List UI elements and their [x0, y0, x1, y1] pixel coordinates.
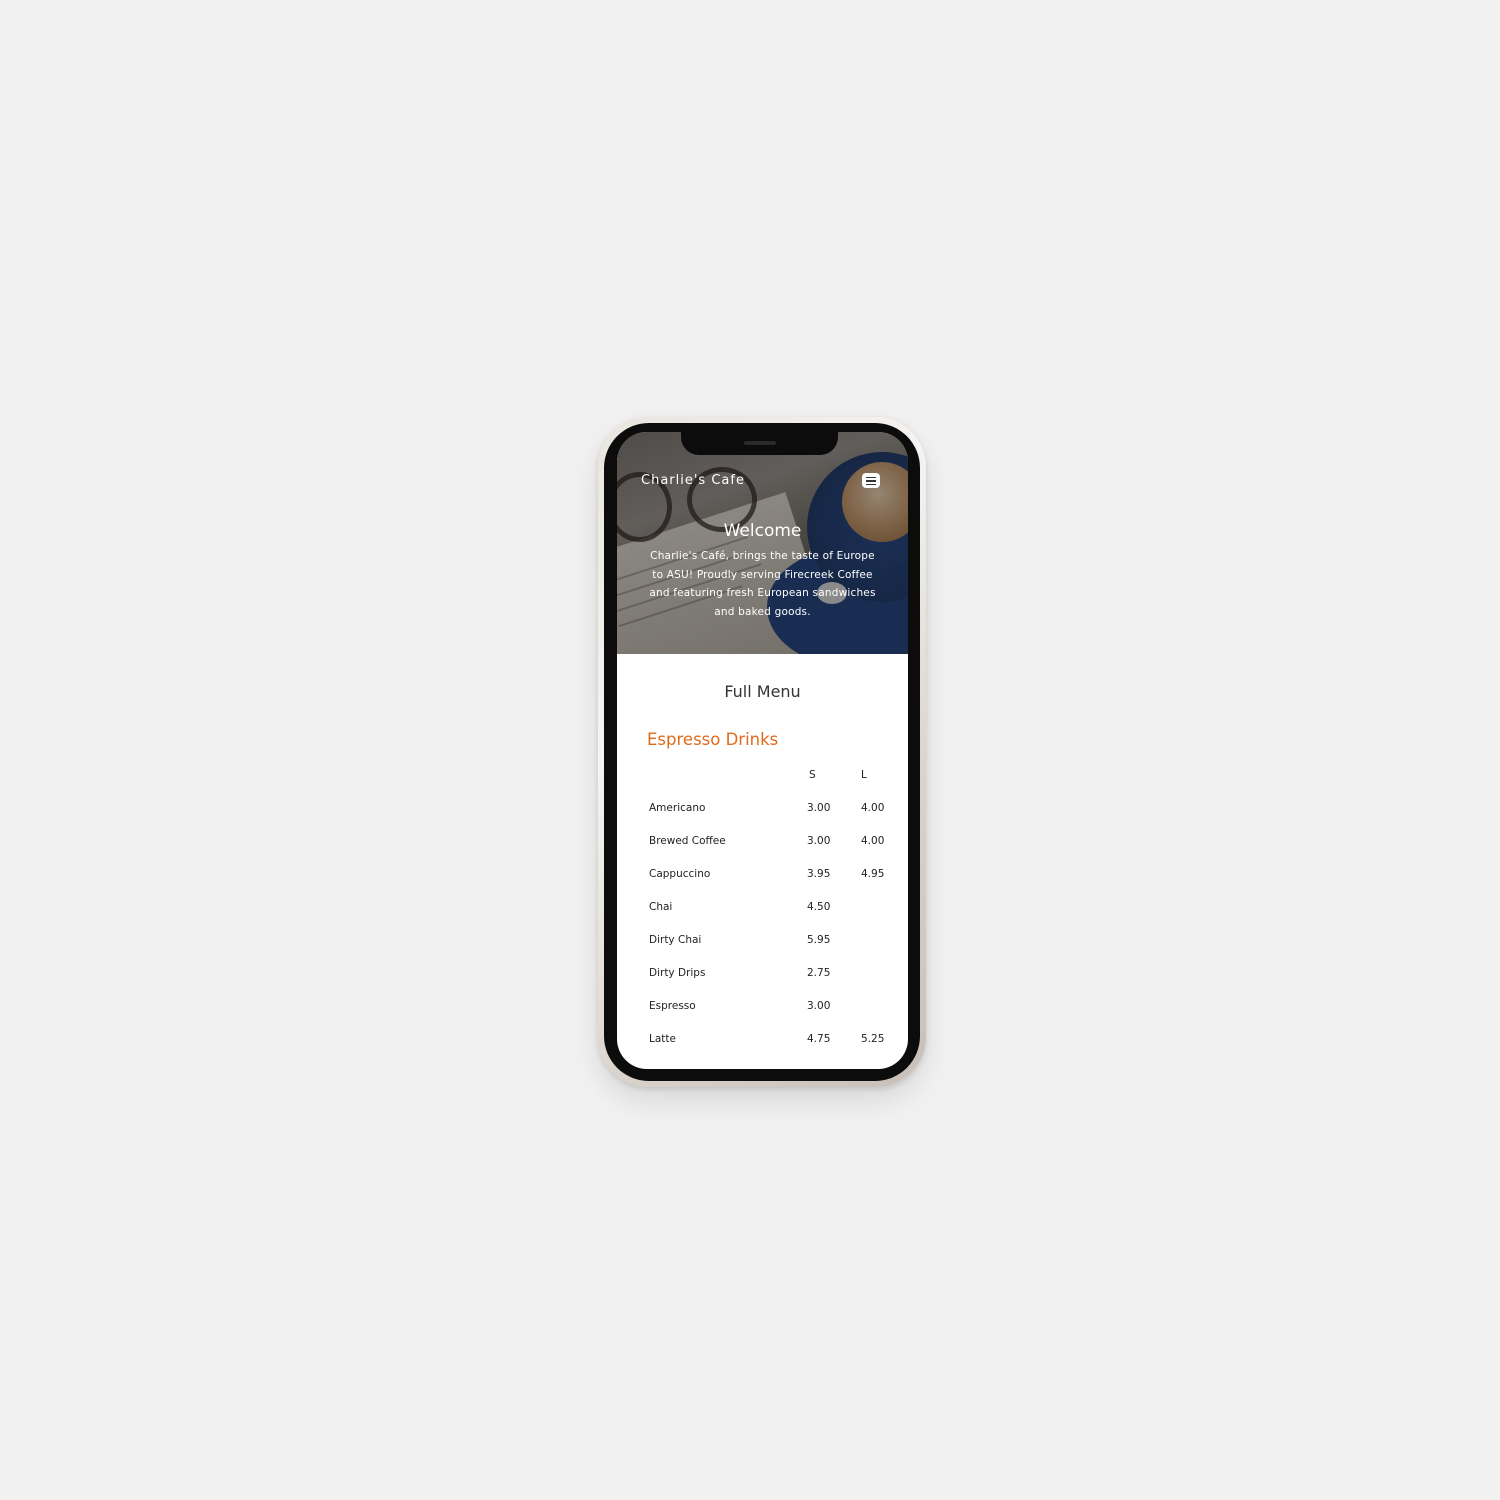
phone-notch — [681, 432, 838, 455]
item-price-small: 3.95 — [807, 868, 831, 880]
menu-table: S L Americano 3.00 4.00 Brewed Coffee 3.… — [649, 769, 889, 1066]
hamburger-line — [866, 483, 876, 485]
item-name: Dirty Drips — [649, 967, 706, 979]
phone-mockup: Charlie's Cafe Welcome Charlie's Café, b… — [598, 417, 926, 1087]
item-price-small: 3.00 — [807, 802, 831, 814]
table-header-row: S L — [649, 769, 889, 802]
site-brand[interactable]: Charlie's Cafe — [641, 473, 745, 488]
item-name: Brewed Coffee — [649, 835, 726, 847]
table-row: Americano 3.00 4.00 — [649, 802, 889, 835]
table-row: Chai 4.50 — [649, 901, 889, 934]
item-name: Espresso — [649, 1000, 696, 1012]
item-price-large: 4.00 — [861, 802, 885, 814]
item-price-large: 4.00 — [861, 835, 885, 847]
item-name: Chai — [649, 901, 673, 913]
menu-heading: Full Menu — [724, 682, 801, 701]
hamburger-icon[interactable] — [862, 473, 880, 488]
table-row: Dirty Chai 5.95 — [649, 934, 889, 967]
item-price-large: 4.95 — [861, 868, 885, 880]
column-header-large: L — [861, 769, 867, 781]
hero-banner: Charlie's Cafe Welcome Charlie's Café, b… — [617, 432, 908, 654]
item-name: Cappuccino — [649, 868, 711, 880]
hamburger-line — [866, 480, 876, 482]
table-row: Latte 4.75 5.25 — [649, 1033, 889, 1066]
table-row: Cappuccino 3.95 4.95 — [649, 868, 889, 901]
hamburger-line — [866, 476, 876, 478]
item-name: Americano — [649, 802, 706, 814]
item-price-small: 3.00 — [807, 1000, 831, 1012]
hero-description: Charlie's Café, brings the taste of Euro… — [649, 550, 876, 618]
item-price-small: 4.75 — [807, 1033, 831, 1045]
phone-screen: Charlie's Cafe Welcome Charlie's Café, b… — [617, 432, 908, 1069]
item-name: Latte — [649, 1033, 676, 1045]
item-price-small: 5.95 — [807, 934, 831, 946]
hero-title: Welcome — [723, 521, 802, 541]
speaker-grille — [744, 441, 776, 445]
table-row: Espresso 3.00 — [649, 1000, 889, 1033]
column-header-small: S — [809, 769, 816, 781]
item-name: Dirty Chai — [649, 934, 702, 946]
item-price-large: 5.25 — [861, 1033, 885, 1045]
item-price-small: 2.75 — [807, 967, 831, 979]
table-row: Dirty Drips 2.75 — [649, 967, 889, 1000]
table-row: Brewed Coffee 3.00 4.00 — [649, 835, 889, 868]
item-price-small: 4.50 — [807, 901, 831, 913]
section-title-espresso: Espresso Drinks — [647, 730, 779, 749]
item-price-small: 3.00 — [807, 835, 831, 847]
